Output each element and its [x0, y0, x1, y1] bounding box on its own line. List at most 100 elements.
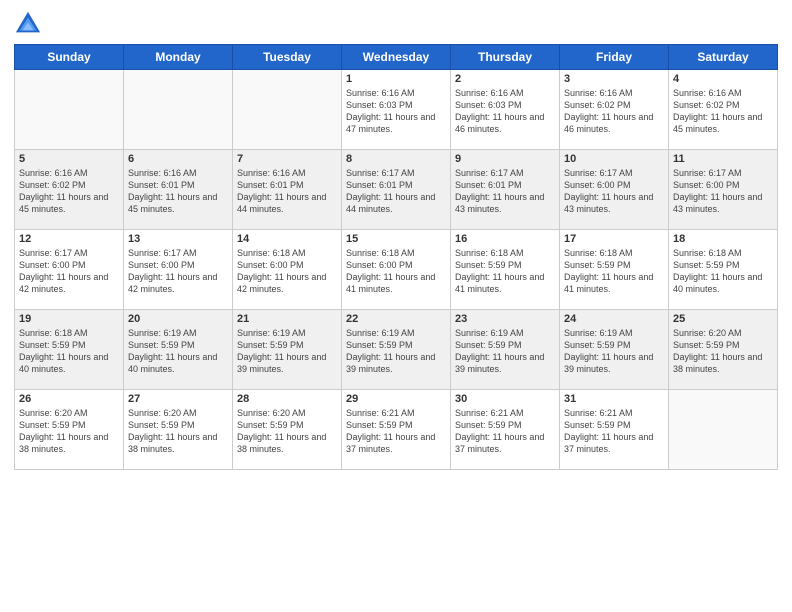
day-number: 8: [346, 153, 446, 165]
day-number: 4: [673, 73, 773, 85]
calendar-cell: 1 Sunrise: 6:16 AMSunset: 6:03 PMDaylight…: [342, 70, 451, 150]
day-info: Sunrise: 6:19 AMSunset: 5:59 PMDaylight:…: [455, 327, 555, 376]
calendar-cell: [233, 70, 342, 150]
calendar-cell: 26 Sunrise: 6:20 AMSunset: 5:59 PMDayligh…: [15, 390, 124, 470]
day-number: 26: [19, 393, 119, 405]
calendar-cell: [124, 70, 233, 150]
calendar-cell: 10Sunrise: 6:17 AMSunset: 6:00 PMDayligh…: [560, 150, 669, 230]
day-number: 18: [673, 233, 773, 245]
calendar-week-row: 5Sunrise: 6:16 AMSunset: 6:02 PMDaylight…: [15, 150, 778, 230]
calendar-cell: 4 Sunrise: 6:16 AMSunset: 6:02 PMDaylight…: [669, 70, 778, 150]
col-header-monday: Monday: [124, 45, 233, 70]
calendar-week-row: 26 Sunrise: 6:20 AMSunset: 5:59 PMDayligh…: [15, 390, 778, 470]
day-info: Sunrise: 6:21 AMSunset: 5:59 PMDaylight:…: [455, 407, 555, 456]
col-header-friday: Friday: [560, 45, 669, 70]
day-info: Sunrise: 6:19 AMSunset: 5:59 PMDaylight:…: [128, 327, 228, 376]
calendar-cell: 17Sunrise: 6:18 AMSunset: 5:59 PMDayligh…: [560, 230, 669, 310]
day-info: Sunrise: 6:18 AMSunset: 6:00 PMDaylight:…: [346, 247, 446, 296]
day-info: Sunrise: 6:20 AMSunset: 5:59 PMDaylight:…: [128, 407, 228, 456]
calendar-cell: 14 Sunrise: 6:18 AMSunset: 6:00 PMDayligh…: [233, 230, 342, 310]
day-info: Sunrise: 6:18 AMSunset: 5:59 PMDaylight:…: [455, 247, 555, 296]
day-info: Sunrise: 6:19 AMSunset: 5:59 PMDaylight:…: [237, 327, 337, 376]
col-header-saturday: Saturday: [669, 45, 778, 70]
col-header-sunday: Sunday: [15, 45, 124, 70]
header: [14, 10, 778, 38]
day-info: Sunrise: 6:17 AMSunset: 6:01 PMDaylight:…: [346, 167, 446, 216]
day-info: Sunrise: 6:19 AMSunset: 5:59 PMDaylight:…: [564, 327, 664, 376]
day-info: Sunrise: 6:17 AMSunset: 6:00 PMDaylight:…: [673, 167, 773, 216]
day-number: 12: [19, 233, 119, 245]
day-number: 24: [564, 313, 664, 325]
calendar-cell: 16 Sunrise: 6:18 AMSunset: 5:59 PMDayligh…: [451, 230, 560, 310]
calendar-cell: 22 Sunrise: 6:19 AMSunset: 5:59 PMDayligh…: [342, 310, 451, 390]
calendar-header-row: SundayMondayTuesdayWednesdayThursdayFrid…: [15, 45, 778, 70]
day-info: Sunrise: 6:18 AMSunset: 5:59 PMDaylight:…: [564, 247, 664, 296]
day-number: 9: [455, 153, 555, 165]
calendar-cell: 8 Sunrise: 6:17 AMSunset: 6:01 PMDaylight…: [342, 150, 451, 230]
day-info: Sunrise: 6:18 AMSunset: 5:59 PMDaylight:…: [19, 327, 119, 376]
calendar-cell: 21 Sunrise: 6:19 AMSunset: 5:59 PMDayligh…: [233, 310, 342, 390]
calendar-week-row: 19 Sunrise: 6:18 AMSunset: 5:59 PMDayligh…: [15, 310, 778, 390]
day-number: 14: [237, 233, 337, 245]
day-info: Sunrise: 6:16 AMSunset: 6:01 PMDaylight:…: [128, 167, 228, 216]
day-number: 20: [128, 313, 228, 325]
day-info: Sunrise: 6:19 AMSunset: 5:59 PMDaylight:…: [346, 327, 446, 376]
calendar-cell: 7 Sunrise: 6:16 AMSunset: 6:01 PMDaylight…: [233, 150, 342, 230]
day-info: Sunrise: 6:21 AMSunset: 5:59 PMDaylight:…: [346, 407, 446, 456]
logo: [14, 10, 46, 38]
day-info: Sunrise: 6:16 AMSunset: 6:03 PMDaylight:…: [455, 87, 555, 136]
day-info: Sunrise: 6:17 AMSunset: 6:00 PMDaylight:…: [128, 247, 228, 296]
calendar-cell: 25 Sunrise: 6:20 AMSunset: 5:59 PMDayligh…: [669, 310, 778, 390]
day-info: Sunrise: 6:16 AMSunset: 6:02 PMDaylight:…: [19, 167, 119, 216]
day-info: Sunrise: 6:20 AMSunset: 5:59 PMDaylight:…: [237, 407, 337, 456]
day-info: Sunrise: 6:20 AMSunset: 5:59 PMDaylight:…: [19, 407, 119, 456]
day-info: Sunrise: 6:16 AMSunset: 6:01 PMDaylight:…: [237, 167, 337, 216]
day-info: Sunrise: 6:18 AMSunset: 6:00 PMDaylight:…: [237, 247, 337, 296]
calendar-cell: 18 Sunrise: 6:18 AMSunset: 5:59 PMDayligh…: [669, 230, 778, 310]
calendar-cell: 24 Sunrise: 6:19 AMSunset: 5:59 PMDayligh…: [560, 310, 669, 390]
logo-icon: [14, 10, 42, 38]
calendar-cell: 2 Sunrise: 6:16 AMSunset: 6:03 PMDaylight…: [451, 70, 560, 150]
calendar-cell: 5Sunrise: 6:16 AMSunset: 6:02 PMDaylight…: [15, 150, 124, 230]
calendar-cell: 30 Sunrise: 6:21 AMSunset: 5:59 PMDayligh…: [451, 390, 560, 470]
day-number: 11: [673, 153, 773, 165]
day-number: 21: [237, 313, 337, 325]
day-info: Sunrise: 6:20 AMSunset: 5:59 PMDaylight:…: [673, 327, 773, 376]
day-number: 27: [128, 393, 228, 405]
day-info: Sunrise: 6:18 AMSunset: 5:59 PMDaylight:…: [673, 247, 773, 296]
day-number: 30: [455, 393, 555, 405]
calendar-week-row: 12 Sunrise: 6:17 AMSunset: 6:00 PMDayligh…: [15, 230, 778, 310]
day-number: 1: [346, 73, 446, 85]
col-header-wednesday: Wednesday: [342, 45, 451, 70]
calendar-table: SundayMondayTuesdayWednesdayThursdayFrid…: [14, 44, 778, 470]
calendar-cell: 12 Sunrise: 6:17 AMSunset: 6:00 PMDayligh…: [15, 230, 124, 310]
calendar-cell: 23 Sunrise: 6:19 AMSunset: 5:59 PMDayligh…: [451, 310, 560, 390]
calendar-cell: 13 Sunrise: 6:17 AMSunset: 6:00 PMDayligh…: [124, 230, 233, 310]
day-number: 2: [455, 73, 555, 85]
calendar-week-row: 1 Sunrise: 6:16 AMSunset: 6:03 PMDaylight…: [15, 70, 778, 150]
calendar-cell: 19 Sunrise: 6:18 AMSunset: 5:59 PMDayligh…: [15, 310, 124, 390]
day-info: Sunrise: 6:17 AMSunset: 6:00 PMDaylight:…: [19, 247, 119, 296]
calendar-cell: 6 Sunrise: 6:16 AMSunset: 6:01 PMDaylight…: [124, 150, 233, 230]
day-number: 3: [564, 73, 664, 85]
calendar-cell: 28Sunrise: 6:20 AMSunset: 5:59 PMDayligh…: [233, 390, 342, 470]
day-info: Sunrise: 6:17 AMSunset: 6:01 PMDaylight:…: [455, 167, 555, 216]
day-info: Sunrise: 6:17 AMSunset: 6:00 PMDaylight:…: [564, 167, 664, 216]
day-number: 7: [237, 153, 337, 165]
day-info: Sunrise: 6:16 AMSunset: 6:03 PMDaylight:…: [346, 87, 446, 136]
day-info: Sunrise: 6:21 AMSunset: 5:59 PMDaylight:…: [564, 407, 664, 456]
day-number: 16: [455, 233, 555, 245]
day-info: Sunrise: 6:16 AMSunset: 6:02 PMDaylight:…: [673, 87, 773, 136]
day-info: Sunrise: 6:16 AMSunset: 6:02 PMDaylight:…: [564, 87, 664, 136]
day-number: 6: [128, 153, 228, 165]
calendar-cell: 31Sunrise: 6:21 AMSunset: 5:59 PMDayligh…: [560, 390, 669, 470]
day-number: 19: [19, 313, 119, 325]
calendar-cell: 3 Sunrise: 6:16 AMSunset: 6:02 PMDaylight…: [560, 70, 669, 150]
day-number: 22: [346, 313, 446, 325]
day-number: 13: [128, 233, 228, 245]
calendar-cell: 20 Sunrise: 6:19 AMSunset: 5:59 PMDayligh…: [124, 310, 233, 390]
calendar-cell: 9 Sunrise: 6:17 AMSunset: 6:01 PMDaylight…: [451, 150, 560, 230]
calendar-cell: 11 Sunrise: 6:17 AMSunset: 6:00 PMDayligh…: [669, 150, 778, 230]
day-number: 25: [673, 313, 773, 325]
day-number: 23: [455, 313, 555, 325]
